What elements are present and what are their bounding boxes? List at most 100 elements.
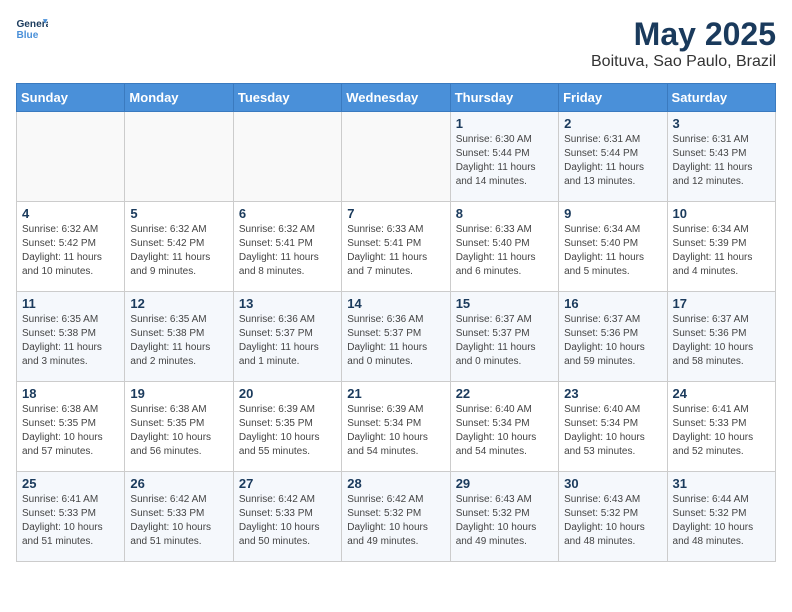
table-cell bbox=[233, 112, 341, 202]
day-number: 27 bbox=[239, 476, 336, 491]
table-cell: 8 Sunrise: 6:33 AM Sunset: 5:40 PM Daylig… bbox=[450, 202, 558, 292]
table-cell bbox=[17, 112, 125, 202]
weekday-header-monday: Monday bbox=[125, 84, 233, 112]
day-number: 5 bbox=[130, 206, 227, 221]
day-number: 24 bbox=[673, 386, 770, 401]
table-cell: 20 Sunrise: 6:39 AM Sunset: 5:35 PM Dayli… bbox=[233, 382, 341, 472]
day-info: Sunrise: 6:32 AM Sunset: 5:42 PM Dayligh… bbox=[130, 223, 227, 279]
table-cell: 9 Sunrise: 6:34 AM Sunset: 5:40 PM Daylig… bbox=[559, 202, 667, 292]
table-cell: 19 Sunrise: 6:38 AM Sunset: 5:35 PM Dayli… bbox=[125, 382, 233, 472]
day-number: 2 bbox=[564, 116, 661, 131]
day-info: Sunrise: 6:30 AM Sunset: 5:44 PM Dayligh… bbox=[456, 133, 553, 189]
day-info: Sunrise: 6:35 AM Sunset: 5:38 PM Dayligh… bbox=[130, 313, 227, 369]
day-number: 25 bbox=[22, 476, 119, 491]
table-cell bbox=[125, 112, 233, 202]
table-cell: 22 Sunrise: 6:40 AM Sunset: 5:34 PM Dayli… bbox=[450, 382, 558, 472]
logo: General Blue bbox=[16, 16, 48, 44]
svg-text:General: General bbox=[16, 19, 48, 30]
day-info: Sunrise: 6:40 AM Sunset: 5:34 PM Dayligh… bbox=[456, 403, 553, 459]
table-cell: 13Sunrise: 6:36 AM Sunset: 5:37 PM Dayli… bbox=[233, 292, 341, 382]
day-number: 7 bbox=[347, 206, 444, 221]
day-number: 31 bbox=[673, 476, 770, 491]
day-info: Sunrise: 6:33 AM Sunset: 5:40 PM Dayligh… bbox=[456, 223, 553, 279]
day-number: 12 bbox=[130, 296, 227, 311]
day-info: Sunrise: 6:38 AM Sunset: 5:35 PM Dayligh… bbox=[22, 403, 119, 459]
week-row-3: 11 Sunrise: 6:35 AM Sunset: 5:38 PM Dayli… bbox=[17, 292, 776, 382]
day-number: 17 bbox=[673, 296, 770, 311]
day-number: 26 bbox=[130, 476, 227, 491]
table-cell: 15Sunrise: 6:37 AM Sunset: 5:37 PM Dayli… bbox=[450, 292, 558, 382]
weekday-header-sunday: Sunday bbox=[17, 84, 125, 112]
day-number: 23 bbox=[564, 386, 661, 401]
table-cell: 21Sunrise: 6:39 AM Sunset: 5:34 PM Dayli… bbox=[342, 382, 450, 472]
table-cell: 14Sunrise: 6:36 AM Sunset: 5:37 PM Dayli… bbox=[342, 292, 450, 382]
day-info: Sunrise: 6:32 AM Sunset: 5:42 PM Dayligh… bbox=[22, 223, 119, 279]
table-cell: 27 Sunrise: 6:42 AM Sunset: 5:33 PM Dayli… bbox=[233, 472, 341, 562]
page-header: General Blue May 2025 Boituva, Sao Paulo… bbox=[16, 16, 776, 71]
table-cell: 25 Sunrise: 6:41 AM Sunset: 5:33 PM Dayli… bbox=[17, 472, 125, 562]
day-number: 16 bbox=[564, 296, 661, 311]
calendar-title: May 2025 bbox=[591, 16, 776, 53]
day-info: Sunrise: 6:31 AM Sunset: 5:43 PM Dayligh… bbox=[673, 133, 770, 189]
week-row-4: 18 Sunrise: 6:38 AM Sunset: 5:35 PM Dayli… bbox=[17, 382, 776, 472]
table-cell: 5 Sunrise: 6:32 AM Sunset: 5:42 PM Daylig… bbox=[125, 202, 233, 292]
table-cell: 11 Sunrise: 6:35 AM Sunset: 5:38 PM Dayli… bbox=[17, 292, 125, 382]
day-info: Sunrise: 6:41 AM Sunset: 5:33 PM Dayligh… bbox=[673, 403, 770, 459]
table-cell: 2 Sunrise: 6:31 AM Sunset: 5:44 PM Daylig… bbox=[559, 112, 667, 202]
table-cell: 10Sunrise: 6:34 AM Sunset: 5:39 PM Dayli… bbox=[667, 202, 775, 292]
table-cell: 29 Sunrise: 6:43 AM Sunset: 5:32 PM Dayli… bbox=[450, 472, 558, 562]
day-info: Sunrise: 6:42 AM Sunset: 5:33 PM Dayligh… bbox=[239, 493, 336, 549]
day-number: 28 bbox=[347, 476, 444, 491]
logo-icon: General Blue bbox=[16, 16, 48, 44]
table-cell: 28 Sunrise: 6:42 AM Sunset: 5:32 PM Dayli… bbox=[342, 472, 450, 562]
day-info: Sunrise: 6:43 AM Sunset: 5:32 PM Dayligh… bbox=[564, 493, 661, 549]
weekday-header-friday: Friday bbox=[559, 84, 667, 112]
day-info: Sunrise: 6:37 AM Sunset: 5:36 PM Dayligh… bbox=[564, 313, 661, 369]
calendar-subtitle: Boituva, Sao Paulo, Brazil bbox=[591, 53, 776, 71]
day-number: 8 bbox=[456, 206, 553, 221]
table-cell: 18 Sunrise: 6:38 AM Sunset: 5:35 PM Dayli… bbox=[17, 382, 125, 472]
day-info: Sunrise: 6:32 AM Sunset: 5:41 PM Dayligh… bbox=[239, 223, 336, 279]
day-number: 21 bbox=[347, 386, 444, 401]
week-row-1: 1Sunrise: 6:30 AM Sunset: 5:44 PM Daylig… bbox=[17, 112, 776, 202]
day-info: Sunrise: 6:42 AM Sunset: 5:32 PM Dayligh… bbox=[347, 493, 444, 549]
day-info: Sunrise: 6:35 AM Sunset: 5:38 PM Dayligh… bbox=[22, 313, 119, 369]
day-info: Sunrise: 6:38 AM Sunset: 5:35 PM Dayligh… bbox=[130, 403, 227, 459]
day-number: 11 bbox=[22, 296, 119, 311]
table-cell: 26 Sunrise: 6:42 AM Sunset: 5:33 PM Dayli… bbox=[125, 472, 233, 562]
day-number: 9 bbox=[564, 206, 661, 221]
day-info: Sunrise: 6:36 AM Sunset: 5:37 PM Dayligh… bbox=[347, 313, 444, 369]
weekday-header-tuesday: Tuesday bbox=[233, 84, 341, 112]
day-info: Sunrise: 6:43 AM Sunset: 5:32 PM Dayligh… bbox=[456, 493, 553, 549]
day-info: Sunrise: 6:34 AM Sunset: 5:40 PM Dayligh… bbox=[564, 223, 661, 279]
table-cell: 24 Sunrise: 6:41 AM Sunset: 5:33 PM Dayli… bbox=[667, 382, 775, 472]
day-info: Sunrise: 6:39 AM Sunset: 5:35 PM Dayligh… bbox=[239, 403, 336, 459]
weekday-header-row: SundayMondayTuesdayWednesdayThursdayFrid… bbox=[17, 84, 776, 112]
week-row-5: 25 Sunrise: 6:41 AM Sunset: 5:33 PM Dayli… bbox=[17, 472, 776, 562]
table-cell: 4 Sunrise: 6:32 AM Sunset: 5:42 PM Daylig… bbox=[17, 202, 125, 292]
day-info: Sunrise: 6:31 AM Sunset: 5:44 PM Dayligh… bbox=[564, 133, 661, 189]
day-number: 4 bbox=[22, 206, 119, 221]
day-number: 15 bbox=[456, 296, 553, 311]
table-cell: 12 Sunrise: 6:35 AM Sunset: 5:38 PM Dayli… bbox=[125, 292, 233, 382]
day-info: Sunrise: 6:41 AM Sunset: 5:33 PM Dayligh… bbox=[22, 493, 119, 549]
weekday-header-thursday: Thursday bbox=[450, 84, 558, 112]
table-cell: 16 Sunrise: 6:37 AM Sunset: 5:36 PM Dayli… bbox=[559, 292, 667, 382]
table-cell: 1Sunrise: 6:30 AM Sunset: 5:44 PM Daylig… bbox=[450, 112, 558, 202]
table-cell: 30Sunrise: 6:43 AM Sunset: 5:32 PM Dayli… bbox=[559, 472, 667, 562]
day-info: Sunrise: 6:42 AM Sunset: 5:33 PM Dayligh… bbox=[130, 493, 227, 549]
day-number: 29 bbox=[456, 476, 553, 491]
day-info: Sunrise: 6:36 AM Sunset: 5:37 PM Dayligh… bbox=[239, 313, 336, 369]
day-number: 3 bbox=[673, 116, 770, 131]
calendar-table: SundayMondayTuesdayWednesdayThursdayFrid… bbox=[16, 83, 776, 562]
day-number: 19 bbox=[130, 386, 227, 401]
day-number: 6 bbox=[239, 206, 336, 221]
weekday-header-wednesday: Wednesday bbox=[342, 84, 450, 112]
title-area: May 2025 Boituva, Sao Paulo, Brazil bbox=[591, 16, 776, 71]
day-number: 22 bbox=[456, 386, 553, 401]
day-info: Sunrise: 6:34 AM Sunset: 5:39 PM Dayligh… bbox=[673, 223, 770, 279]
svg-text:Blue: Blue bbox=[16, 30, 38, 41]
day-number: 18 bbox=[22, 386, 119, 401]
day-number: 20 bbox=[239, 386, 336, 401]
table-cell bbox=[342, 112, 450, 202]
